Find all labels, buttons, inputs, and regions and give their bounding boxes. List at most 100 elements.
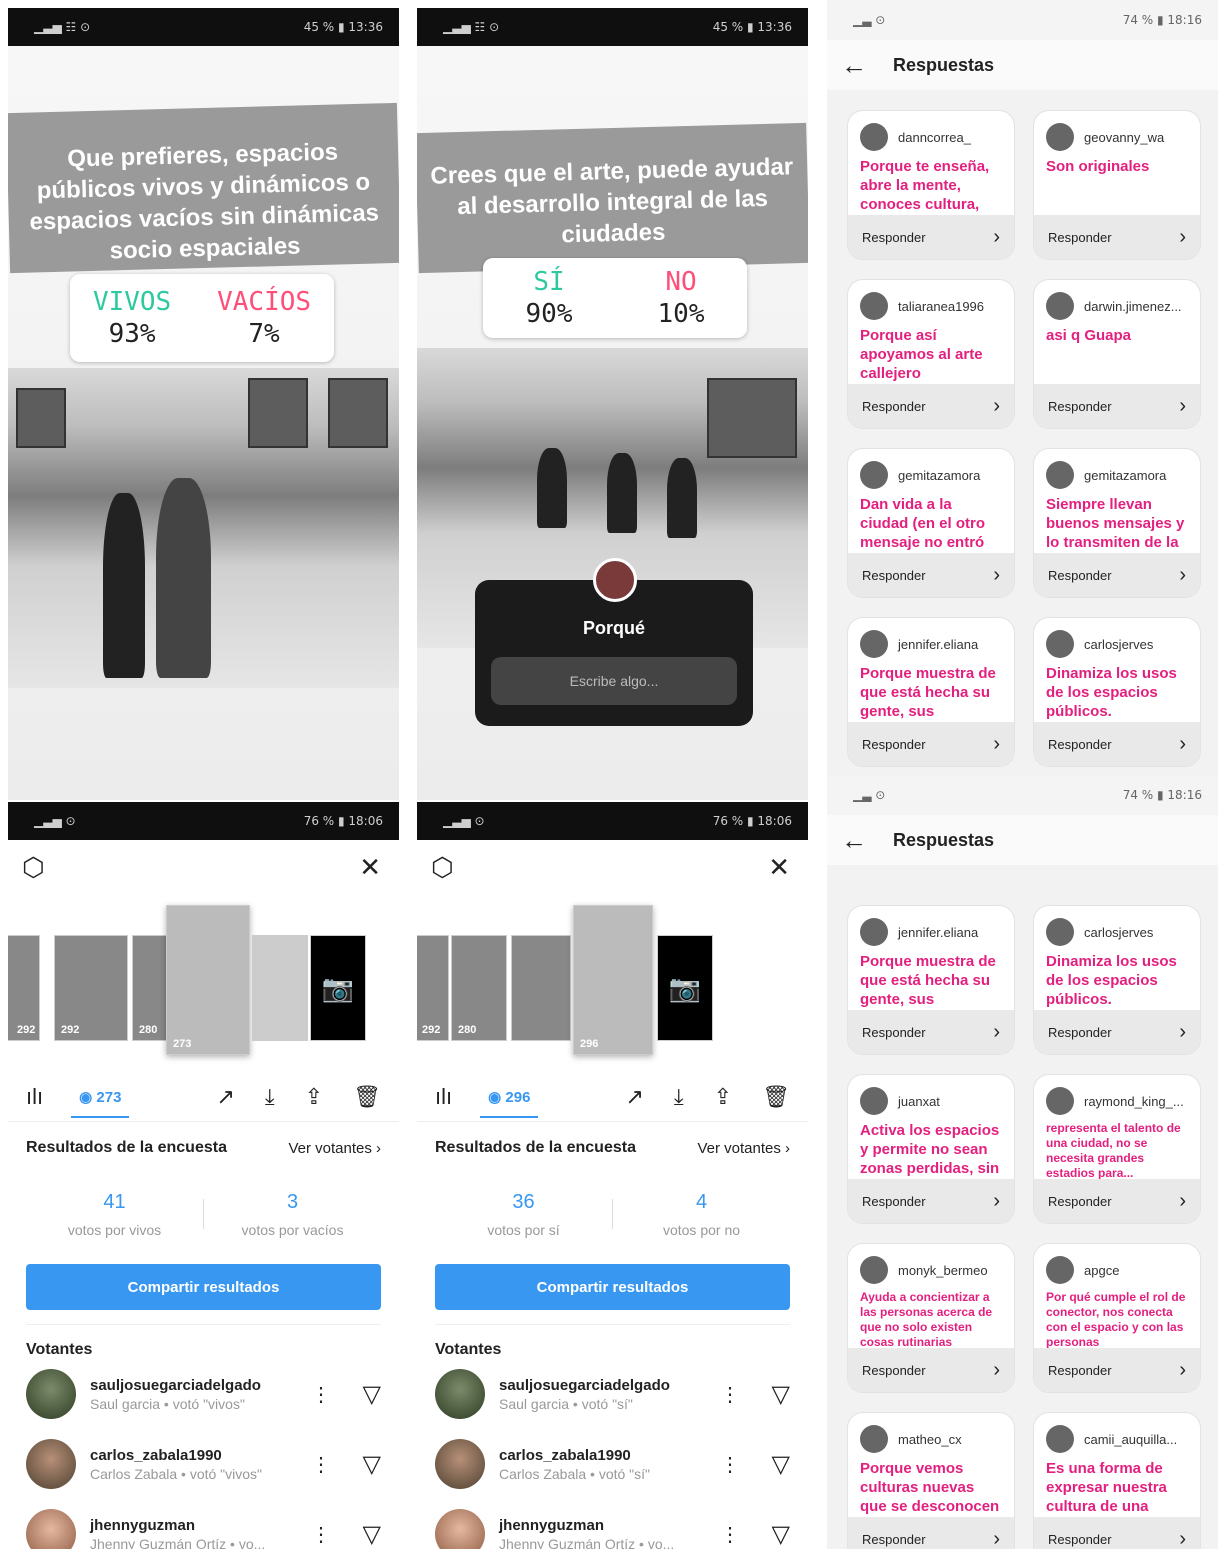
reply-button[interactable]: Responder › [848, 553, 1014, 597]
voter-row[interactable]: jhennyguzman Jhenny Guzmán Ortíz • vo... ⋮… [26, 1499, 381, 1549]
reply-button[interactable]: Responder › [1034, 1010, 1200, 1054]
response-card[interactable]: danncorrea_ Porque te enseña, abre la men… [847, 110, 1015, 260]
voter-row[interactable]: carlos_zabala1990 Carlos Zabala • votó "v… [26, 1429, 381, 1499]
share-icon[interactable]: ⇪ [305, 1084, 323, 1110]
response-text: Por qué cumple el rol de conector, nos c… [1046, 1290, 1186, 1349]
more-icon[interactable]: ⋮ [301, 1522, 341, 1547]
response-card[interactable]: carlosjerves Dinamiza los usos de los esp… [1033, 617, 1201, 767]
reply-button[interactable]: Responder › [848, 1179, 1014, 1223]
response-card[interactable]: monyk_bermeo Ayuda a concientizar a las p… [847, 1243, 1015, 1393]
response-text: Activa los espacios y permite no sean zo… [860, 1122, 1000, 1177]
bar-chart-icon[interactable]: ılı [26, 1084, 43, 1110]
story-thumbnail[interactable] [511, 935, 571, 1041]
settings-icon[interactable]: ⬡ [22, 852, 45, 883]
tab-views[interactable]: ◉ 273 [71, 1076, 130, 1118]
response-card[interactable]: jennifer.eliana Porque muestra de que est… [847, 905, 1015, 1055]
send-icon[interactable]: ▽ [341, 1520, 381, 1549]
send-icon[interactable]: ▽ [750, 1380, 790, 1409]
response-text: Porque muestra de que está hecha su gent… [860, 665, 996, 726]
answer-input[interactable]: Escribe algo... [491, 657, 737, 705]
settings-icon[interactable]: ⬡ [431, 852, 454, 883]
reply-button[interactable]: Responder › [848, 384, 1014, 428]
response-card[interactable]: juanxat Activa los espacios y permite no … [847, 1074, 1015, 1224]
reply-button[interactable]: Responder › [1034, 384, 1200, 428]
reply-button[interactable]: Responder › [848, 1517, 1014, 1549]
story-thumbnail[interactable]: 280 [451, 935, 507, 1041]
more-icon[interactable]: ⋮ [710, 1522, 750, 1547]
download-icon[interactable]: ⤓ [674, 1084, 684, 1110]
response-card[interactable]: camii_auquilla... Es una forma de expresa… [1033, 1412, 1201, 1549]
chevron-right-icon: › [993, 394, 1000, 417]
response-card[interactable]: raymond_king_... representa el talento de… [1033, 1074, 1201, 1224]
story-thumbnail[interactable] [252, 935, 308, 1041]
trend-icon[interactable]: ↗ [216, 1084, 234, 1110]
reply-label: Responder [1048, 229, 1112, 245]
response-card[interactable]: taliaranea1996 Porque así apoyamos al art… [847, 279, 1015, 429]
card-header: darwin.jimenez... [1034, 280, 1200, 324]
card-header: raymond_king_... [1034, 1075, 1200, 1119]
dancer-figure [667, 458, 697, 538]
response-card[interactable]: darwin.jimenez... asi q Guapa Responder › [1033, 279, 1201, 429]
more-icon[interactable]: ⋮ [301, 1452, 341, 1477]
more-icon[interactable]: ⋮ [710, 1452, 750, 1477]
close-icon[interactable]: ✕ [359, 852, 381, 883]
response-text: Son originales [1046, 158, 1150, 175]
camera-icon[interactable]: 📷 [657, 935, 713, 1041]
response-card[interactable]: matheo_cx Porque vemos culturas nuevas qu… [847, 1412, 1015, 1549]
reply-button[interactable]: Responder › [848, 1348, 1014, 1392]
back-arrow-icon[interactable]: ← [841, 825, 867, 856]
send-icon[interactable]: ▽ [341, 1380, 381, 1409]
response-card[interactable]: jennifer.eliana Porque muestra de que est… [847, 617, 1015, 767]
reply-button[interactable]: Responder › [1034, 1517, 1200, 1549]
trash-icon[interactable]: 🗑 [353, 1084, 381, 1110]
reply-button[interactable]: Responder › [1034, 1179, 1200, 1223]
story-thumbnail[interactable]: 292 [54, 935, 128, 1041]
avatar [860, 630, 888, 658]
more-icon[interactable]: ⋮ [301, 1382, 341, 1407]
response-card[interactable]: gemitazamora Siempre llevan buenos mensaj… [1033, 448, 1201, 598]
send-icon[interactable]: ▽ [341, 1450, 381, 1479]
camera-icon[interactable]: 📷 [310, 935, 366, 1041]
download-icon[interactable]: ⤓ [265, 1084, 275, 1110]
reply-button[interactable]: Responder › [1034, 553, 1200, 597]
reply-button[interactable]: Responder › [848, 722, 1014, 766]
send-icon[interactable]: ▽ [750, 1450, 790, 1479]
share-icon[interactable]: ⇪ [714, 1084, 732, 1110]
poll-sticker[interactable]: VIVOS 93% VACÍOS 7% [70, 274, 334, 362]
voter-row[interactable]: carlos_zabala1990 Carlos Zabala • votó "s… [435, 1429, 790, 1499]
story-thumbnail[interactable]: 292 [8, 935, 40, 1041]
response-card[interactable]: gemitazamora Dan vida a la ciudad (en el … [847, 448, 1015, 598]
bar-chart-icon[interactable]: ılı [435, 1084, 452, 1110]
see-voters-link[interactable]: Ver votantes › [697, 1140, 790, 1157]
reply-button[interactable]: Responder › [848, 1010, 1014, 1054]
back-arrow-icon[interactable]: ← [841, 50, 867, 81]
username: juanxat [898, 1093, 940, 1109]
response-card[interactable]: geovanny_wa Son originales Responder › [1033, 110, 1201, 260]
story-thumbnail-selected[interactable]: 296 [573, 905, 653, 1055]
share-results-button[interactable]: Compartir resultados [435, 1264, 790, 1310]
avatar [593, 558, 637, 602]
response-card[interactable]: carlosjerves Dinamiza los usos de los esp… [1033, 905, 1201, 1055]
voter-row[interactable]: jhennyguzman Jhenny Guzmán Ortíz • vo... ⋮… [435, 1499, 790, 1549]
see-voters-link[interactable]: Ver votantes › [288, 1140, 381, 1157]
results-section: Resultados de la encuesta Ver votantes › … [435, 1122, 790, 1549]
trash-icon[interactable]: 🗑 [762, 1084, 790, 1110]
reply-button[interactable]: Responder › [1034, 215, 1200, 259]
reply-button[interactable]: Responder › [848, 215, 1014, 259]
reply-button[interactable]: Responder › [1034, 722, 1200, 766]
voter-row[interactable]: sauljosuegarciadelgado Saul garcia • votó… [26, 1359, 381, 1429]
avatar [1046, 918, 1074, 946]
more-icon[interactable]: ⋮ [710, 1382, 750, 1407]
poll-sticker[interactable]: SÍ 90% NO 10% [483, 258, 747, 338]
reply-button[interactable]: Responder › [1034, 1348, 1200, 1392]
trend-icon[interactable]: ↗ [625, 1084, 643, 1110]
close-icon[interactable]: ✕ [768, 852, 790, 883]
card-header: geovanny_wa [1034, 111, 1200, 155]
send-icon[interactable]: ▽ [750, 1520, 790, 1549]
story-thumbnail[interactable]: 292 [417, 935, 449, 1041]
story-thumbnail-selected[interactable]: 273 [166, 905, 250, 1055]
share-results-button[interactable]: Compartir resultados [26, 1264, 381, 1310]
tab-views[interactable]: ◉ 296 [480, 1076, 539, 1118]
response-card[interactable]: apgce Por qué cumple el rol de conector, … [1033, 1243, 1201, 1393]
voter-row[interactable]: sauljosuegarciadelgado Saul garcia • votó… [435, 1359, 790, 1429]
